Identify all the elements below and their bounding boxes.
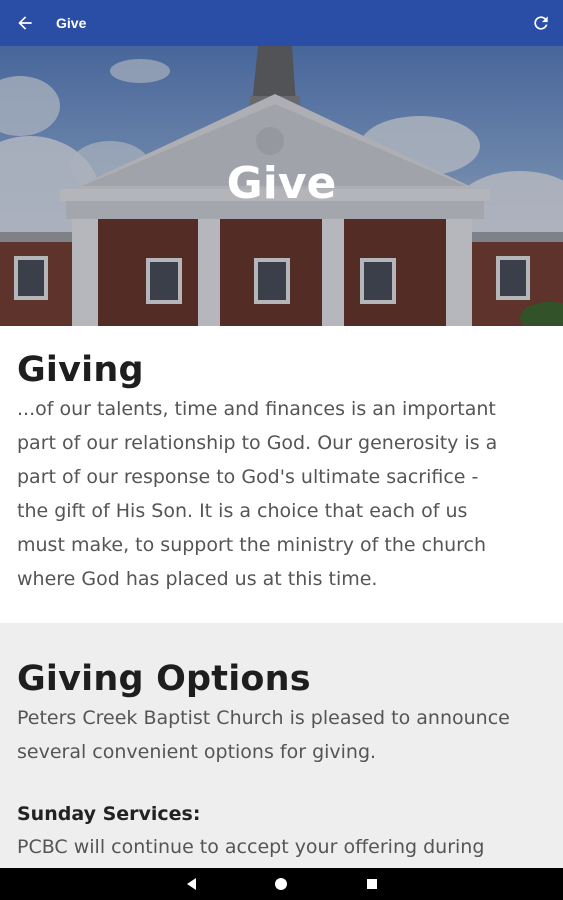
sunday-services-text: PCBC will continue to accept your offeri… xyxy=(17,830,547,864)
app-bar-title: Give xyxy=(56,15,87,31)
hero-banner: Give xyxy=(0,46,563,326)
giving-options-intro: Peters Creek Baptist Church is pleased t… xyxy=(17,701,547,769)
system-nav-bar xyxy=(0,868,563,900)
arrow-left-icon[interactable] xyxy=(14,13,36,33)
sunday-services-heading: Sunday Services: xyxy=(17,803,201,825)
giving-heading: Giving xyxy=(17,350,144,390)
paragraph-line: part of our response to God's ultimate s… xyxy=(17,466,479,488)
giving-paragraph: ...of our talents, time and finances is … xyxy=(17,392,547,596)
paragraph-line: where God has placed us at this time. xyxy=(17,568,378,590)
paragraph-line: several convenient options for giving. xyxy=(17,741,377,763)
paragraph-line: must make, to support the ministry of th… xyxy=(17,534,487,556)
nav-home-icon[interactable] xyxy=(271,874,291,894)
paragraph-line: the gift of His Son. It is a choice that… xyxy=(17,500,468,522)
nav-recents-icon[interactable] xyxy=(362,874,382,894)
paragraph-line: part of our relationship to God. Our gen… xyxy=(17,432,498,454)
paragraph-line: Peters Creek Baptist Church is pleased t… xyxy=(17,707,510,729)
giving-section: Giving ...of our talents, time and finan… xyxy=(0,326,563,623)
hero-title: Give xyxy=(226,158,337,209)
giving-options-heading: Giving Options xyxy=(17,659,311,699)
nav-back-icon[interactable] xyxy=(182,874,202,894)
paragraph-line: PCBC will continue to accept your offeri… xyxy=(17,836,485,858)
paragraph-line: ...of our talents, time and finances is … xyxy=(17,398,496,420)
refresh-icon[interactable] xyxy=(531,13,551,33)
giving-options-section: Giving Options Peters Creek Baptist Chur… xyxy=(0,623,563,868)
app-bar: Give xyxy=(0,0,563,46)
